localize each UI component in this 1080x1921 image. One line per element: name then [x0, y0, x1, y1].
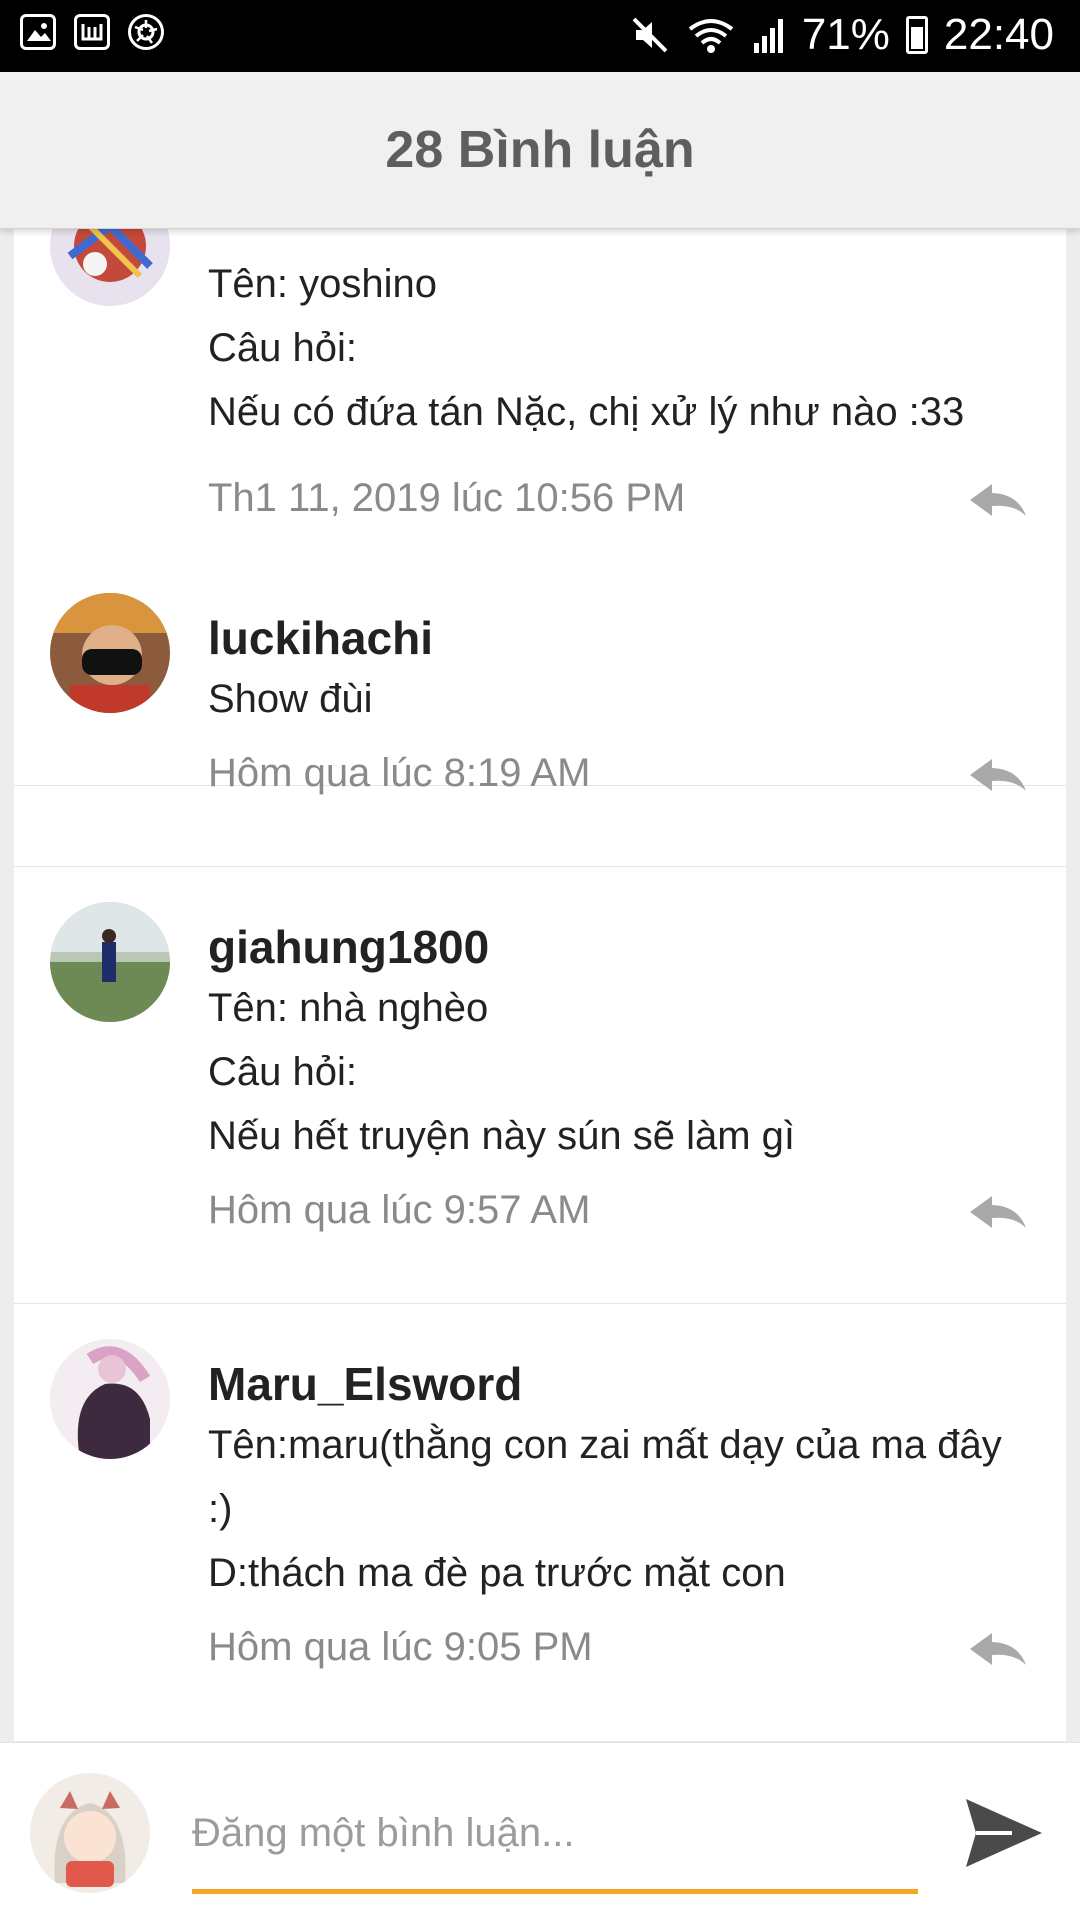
comment-timestamp: Hôm qua lúc 9:57 AM [208, 1188, 591, 1232]
comment-line: Tên: nhà nghèo [208, 986, 489, 1030]
gallery-icon [20, 14, 56, 50]
reply-icon[interactable] [966, 1192, 1030, 1232]
comment-body: Tên: nhà nghèo Câu hỏi: Nếu hết truyện n… [208, 976, 1018, 1168]
comment-line: Tên: yoshino [208, 262, 438, 306]
avatar[interactable] [50, 593, 170, 713]
comment-timestamp: Hôm qua lúc 8:19 AM [208, 751, 591, 795]
comments-header: 28 Bình luận [0, 72, 1080, 229]
system-status: 71% 22:40 [630, 10, 1054, 60]
reply-icon[interactable] [966, 755, 1030, 795]
comment-line: Câu hỏi: [208, 326, 357, 370]
comment-timestamp: Th1 11, 2019 lúc 10:56 PM [208, 476, 686, 520]
comment-timestamp: Hôm qua lúc 9:05 PM [208, 1625, 593, 1669]
comment-line: Tên:maru(thằng con zai mất dạy của ma đâ… [208, 1423, 1013, 1531]
comment-body: Tên: yoshino Câu hỏi: Nếu có đứa tán Nặc… [208, 252, 1018, 444]
reply-icon[interactable] [966, 480, 1030, 520]
comment-username[interactable]: giahung1800 [208, 920, 489, 974]
comment-line: D:thách ma đè pa trước mặt con [208, 1551, 786, 1595]
comment-username[interactable]: Maru_Elsword [208, 1357, 522, 1411]
avatar[interactable] [50, 1339, 170, 1459]
comment-line: Nếu có đứa tán Nặc, chị xử lý như nào :3… [208, 390, 965, 434]
avatar[interactable] [50, 902, 170, 1022]
page-title: 28 Bình luận [385, 121, 695, 179]
reply-icon[interactable] [966, 1629, 1030, 1669]
comment-list[interactable]: Tên: yoshino Câu hỏi: Nếu có đứa tán Nặc… [14, 228, 1066, 1742]
comment-body: Show đùi [208, 667, 1018, 731]
comment-item: Maru_Elsword Tên:maru(thằng con zai mất … [14, 1303, 1066, 1742]
comment-body: Tên:maru(thằng con zai mất dạy của ma đâ… [208, 1413, 1018, 1605]
clock: 22:40 [943, 10, 1054, 59]
mute-icon [632, 17, 668, 53]
app-icon [74, 14, 110, 50]
status-bar: 71% 22:40 [0, 0, 1080, 72]
comment-line: Show đùi [208, 677, 373, 721]
comment-input[interactable] [192, 1801, 918, 1865]
notification-icons [20, 14, 164, 50]
comment-line: Nếu hết truyện này sún sẽ làm gì [208, 1114, 795, 1158]
comment-item: giahung1800 Tên: nhà nghèo Câu hỏi: Nếu … [14, 866, 1066, 1304]
comment-username[interactable]: luckihachi [208, 611, 433, 665]
input-underline [192, 1889, 918, 1894]
send-icon[interactable] [962, 1791, 1046, 1875]
battery-icon [905, 16, 928, 54]
comment-item: luckihachi Show đùi Hôm qua lúc 8:19 AM [14, 557, 1066, 867]
aperture-icon [128, 14, 164, 50]
comment-composer [0, 1742, 1080, 1921]
wifi-icon [688, 19, 734, 53]
comment-line: Câu hỏi: [208, 1050, 357, 1094]
my-avatar [30, 1773, 150, 1893]
battery-percent: 71% [801, 10, 890, 59]
signal-icon [753, 19, 783, 53]
avatar[interactable] [50, 228, 170, 306]
